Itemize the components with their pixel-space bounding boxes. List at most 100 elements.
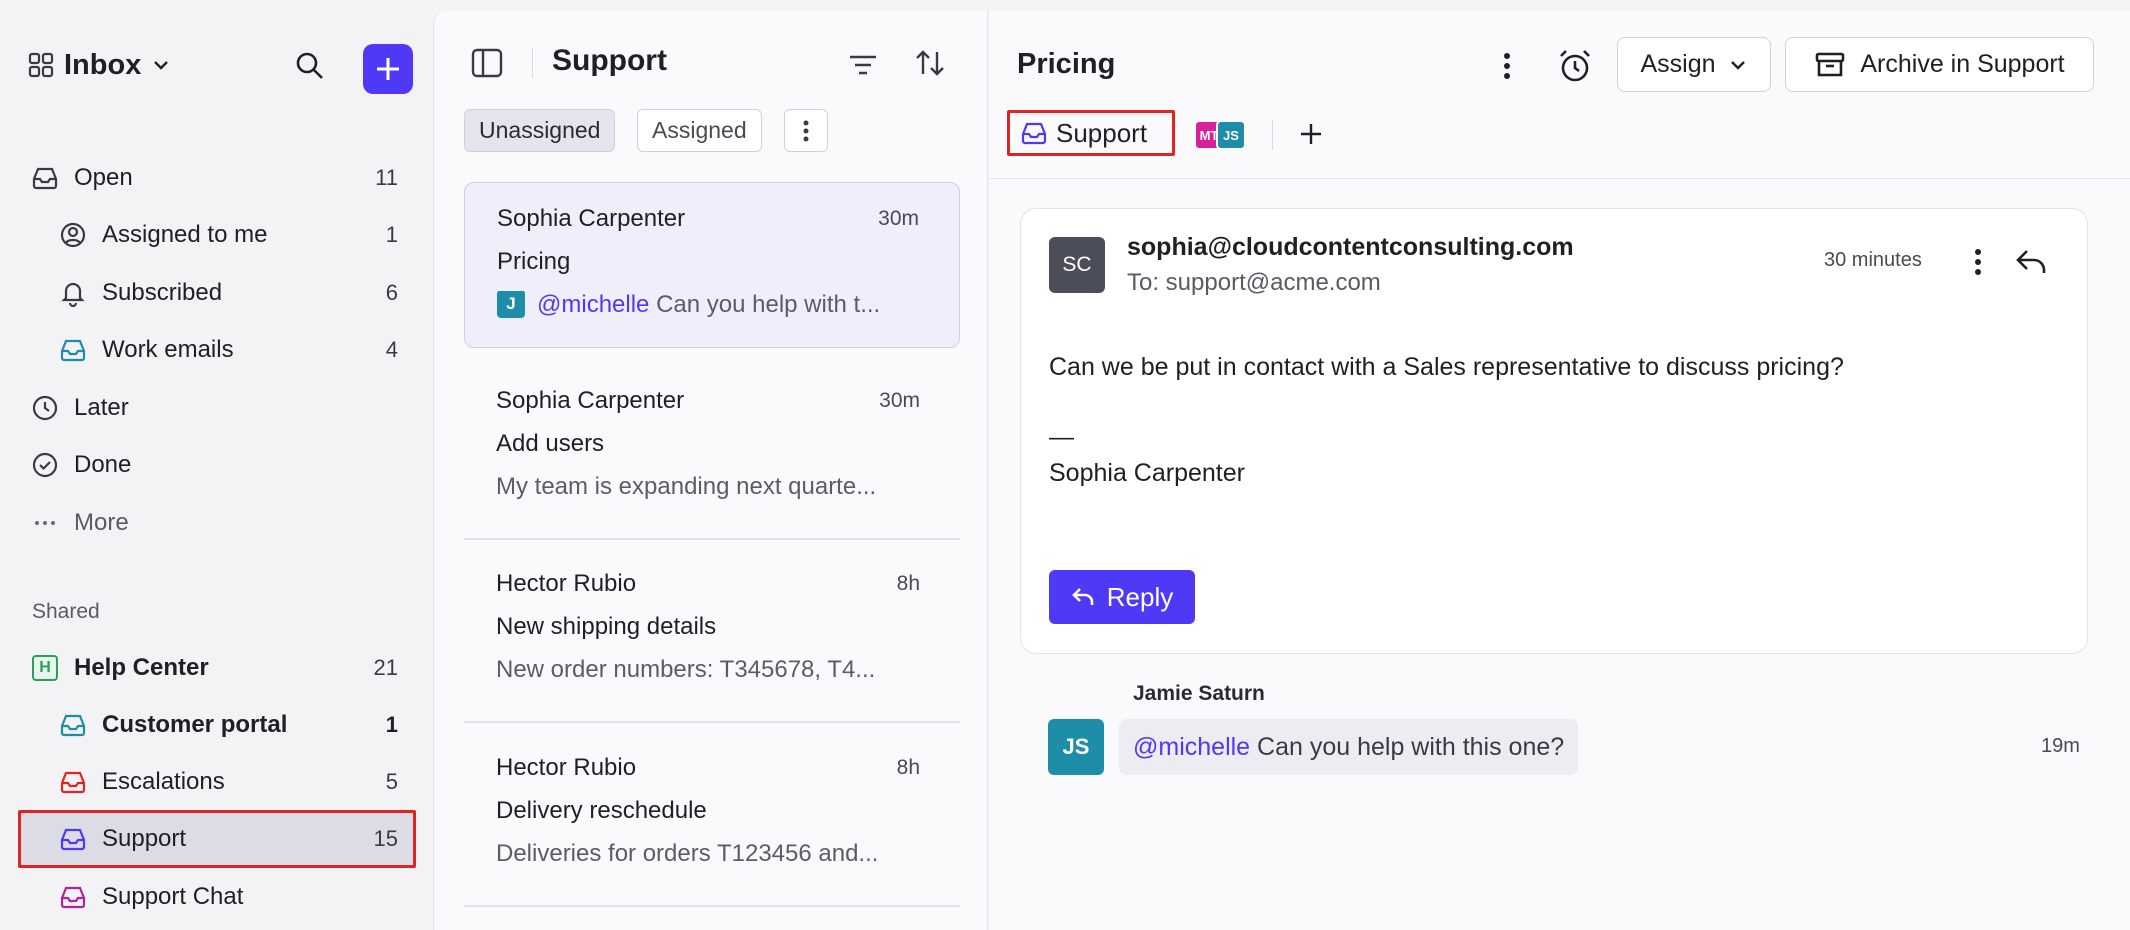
avatar: JS — [1216, 120, 1246, 150]
chevron-down-icon — [1728, 55, 1748, 75]
sidebar-item-work-emails[interactable]: Work emails 4 — [58, 325, 398, 375]
inbox-icon — [30, 163, 60, 193]
inbox-icon — [58, 824, 88, 854]
kebab-icon — [802, 119, 810, 143]
sidebar-item-done[interactable]: Done — [30, 440, 398, 490]
sidebar-item-label: Done — [74, 451, 132, 478]
search-button[interactable] — [290, 46, 330, 86]
snooze-button[interactable] — [1555, 46, 1595, 86]
sidebar-item-label: Assigned to me — [102, 221, 268, 248]
clock-icon — [30, 393, 60, 423]
tab-assigned[interactable]: Assigned — [637, 109, 762, 152]
conversation-subject: New shipping details — [496, 613, 717, 640]
sidebar-item-count: 11 — [375, 165, 398, 190]
list-header: Support — [434, 10, 987, 120]
sidebar-item-label: Escalations — [102, 768, 225, 795]
sidebar-item-label: Work emails — [102, 336, 234, 363]
conversation-subject: Add users — [496, 430, 605, 457]
conversation-preview: My team is expanding next quarte... — [496, 473, 877, 500]
preview-text: Can you help with t... — [656, 291, 881, 318]
participants[interactable]: MT JS — [1194, 120, 1254, 150]
reply-button[interactable]: Reply — [1049, 570, 1195, 624]
conversation-item[interactable]: Sophia Carpenter 30m Pricing J @michelle … — [464, 182, 960, 348]
help-center-badge: H — [32, 655, 58, 681]
conversation-item[interactable]: Hector Rubio 8h Delivery reschedule Deli… — [464, 732, 960, 898]
bell-icon — [58, 278, 88, 308]
sidebar-item-label: Customer portal — [102, 711, 288, 738]
conversation-time: 30m — [878, 207, 919, 230]
conversation-subject: Pricing — [497, 248, 571, 275]
alarm-clock-icon — [1555, 46, 1595, 86]
divider — [464, 721, 960, 723]
conversation-preview: Deliveries for orders T123456 and... — [496, 840, 879, 867]
sidebar-item-count: 4 — [385, 337, 398, 362]
sidebar-item-customer-portal[interactable]: Customer portal 1 — [58, 700, 398, 750]
plus-icon — [374, 55, 402, 83]
conversation-sender: Sophia Carpenter — [496, 387, 685, 414]
toggle-sidebar-button[interactable] — [470, 46, 504, 80]
inbox-title: Inbox — [64, 48, 142, 81]
add-tag-button[interactable] — [1293, 116, 1329, 152]
sidebar-item-help-center[interactable]: H Help Center 21 — [30, 643, 398, 693]
sidebar-item-label: Support Chat — [102, 883, 244, 910]
search-icon — [294, 50, 326, 82]
sort-icon — [913, 46, 947, 80]
sidebar-item-count: 1 — [385, 712, 398, 737]
sidebar-item-later[interactable]: Later — [30, 383, 398, 433]
conversation-time: 8h — [896, 572, 920, 595]
assign-dropdown[interactable]: Assign — [1617, 37, 1771, 92]
sidebar-item-label: More — [74, 509, 129, 536]
conversation-sender: Sophia Carpenter — [497, 205, 686, 232]
comment-author: Jamie Saturn — [1133, 682, 1265, 705]
grid-icon — [28, 52, 54, 78]
sidebar-item-subscribed[interactable]: Subscribed 6 — [58, 268, 398, 318]
comment-text: Can you help with this one? — [1257, 732, 1565, 761]
comment-bubble: @michelle Can you help with this one? — [1119, 719, 1579, 775]
help-center-badge-icon: H — [30, 653, 60, 683]
conversation-item[interactable]: Sophia Carpenter 30m Add users My team i… — [464, 365, 960, 531]
mention: @michelle — [1133, 732, 1251, 761]
filter-button[interactable] — [846, 48, 880, 82]
conversation-sender: Hector Rubio — [496, 570, 637, 597]
message-reply-button[interactable] — [2013, 243, 2051, 281]
divider — [989, 178, 2130, 179]
sidebar-item-label: Later — [74, 394, 129, 421]
sidebar: Inbox Open 11 Assigned to me 1 Subscribe… — [0, 0, 433, 930]
sidebar-item-open[interactable]: Open 11 — [30, 153, 398, 203]
filter-icon — [846, 48, 880, 82]
check-circle-icon — [30, 450, 60, 480]
compose-button[interactable] — [363, 44, 413, 94]
conversation-subject: Delivery reschedule — [496, 797, 707, 824]
conversation-preview: J @michelle Can you help with t... — [497, 291, 927, 320]
plus-icon — [1293, 116, 1329, 152]
inbox-tag-label: Support — [1056, 117, 1148, 148]
inbox-tag-support[interactable]: Support — [1007, 110, 1175, 156]
more-actions-button[interactable] — [1489, 48, 1525, 84]
sidebar-item-escalations[interactable]: Escalations 5 — [58, 757, 398, 807]
sidebar-item-support[interactable]: Support 15 — [58, 814, 398, 864]
tabs-more-button[interactable] — [784, 109, 828, 152]
sidebar-panel-icon — [470, 46, 504, 80]
message-more-button[interactable] — [1961, 245, 1995, 279]
list-title: Support — [552, 44, 667, 77]
sort-button[interactable] — [913, 46, 947, 80]
sidebar-header: Inbox — [28, 44, 418, 94]
sidebar-item-assigned-to-me[interactable]: Assigned to me 1 — [58, 210, 398, 260]
avatar: SC — [1049, 237, 1105, 293]
sidebar-item-label: Subscribed — [102, 279, 223, 306]
message-card: SC sophia@cloudcontentconsulting.com To:… — [1020, 208, 2088, 654]
reply-label: Reply — [1106, 581, 1174, 612]
signature: Sophia Carpenter — [1049, 459, 1245, 487]
conversation-time: 8h — [896, 756, 920, 779]
sidebar-item-support-chat[interactable]: Support Chat — [58, 872, 398, 922]
archive-button[interactable]: Archive in Support — [1785, 37, 2094, 92]
sidebar-item-more[interactable]: More — [30, 498, 398, 548]
conversation-item[interactable]: Hector Rubio 8h New shipping details New… — [464, 548, 960, 714]
inbox-icon — [58, 882, 88, 912]
divider — [464, 538, 960, 540]
message-to: To: support@acme.com — [1127, 269, 1381, 296]
tab-unassigned[interactable]: Unassigned — [464, 109, 616, 152]
conversation-preview: New order numbers: T345678, T4... — [496, 656, 876, 683]
inbox-switcher[interactable]: Inbox — [28, 44, 171, 86]
conversation-time: 30m — [879, 389, 920, 412]
